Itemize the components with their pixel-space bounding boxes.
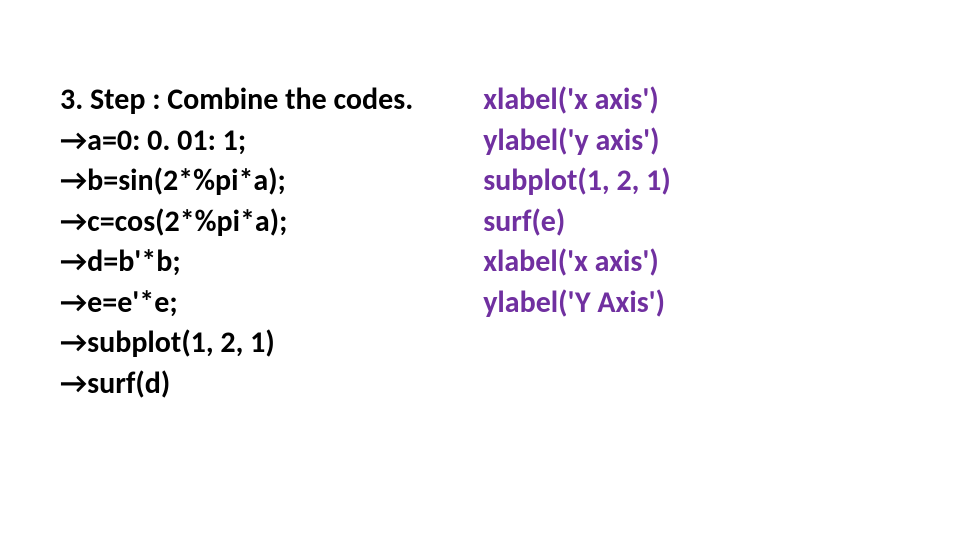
code-line: →a=0: 0. 01: 1;: [60, 121, 413, 162]
code-line: →b=sin(2*%pi*a);: [60, 161, 413, 202]
code-line: surf(e): [483, 202, 671, 243]
left-column: 3. Step : Combine the codes. →a=0: 0. 01…: [60, 80, 413, 404]
code-line: subplot(1, 2, 1): [483, 161, 671, 202]
slide: 3. Step : Combine the codes. →a=0: 0. 01…: [0, 0, 960, 540]
code-line: →e=e'*e;: [60, 283, 413, 324]
right-column: xlabel('x axis') ylabel('y axis') subplo…: [483, 80, 671, 404]
code-line: →d=b'*b;: [60, 242, 413, 283]
code-line: →c=cos(2*%pi*a);: [60, 202, 413, 243]
code-line: →subplot(1, 2, 1): [60, 323, 413, 364]
step-heading: 3. Step : Combine the codes.: [60, 80, 413, 121]
code-line: xlabel('x axis'): [483, 80, 671, 121]
code-line: ylabel('Y Axis'): [483, 283, 671, 324]
code-line: →surf(d): [60, 364, 413, 405]
columns: 3. Step : Combine the codes. →a=0: 0. 01…: [60, 80, 900, 404]
code-line: ylabel('y axis'): [483, 121, 671, 162]
code-line: xlabel('x axis'): [483, 242, 671, 283]
